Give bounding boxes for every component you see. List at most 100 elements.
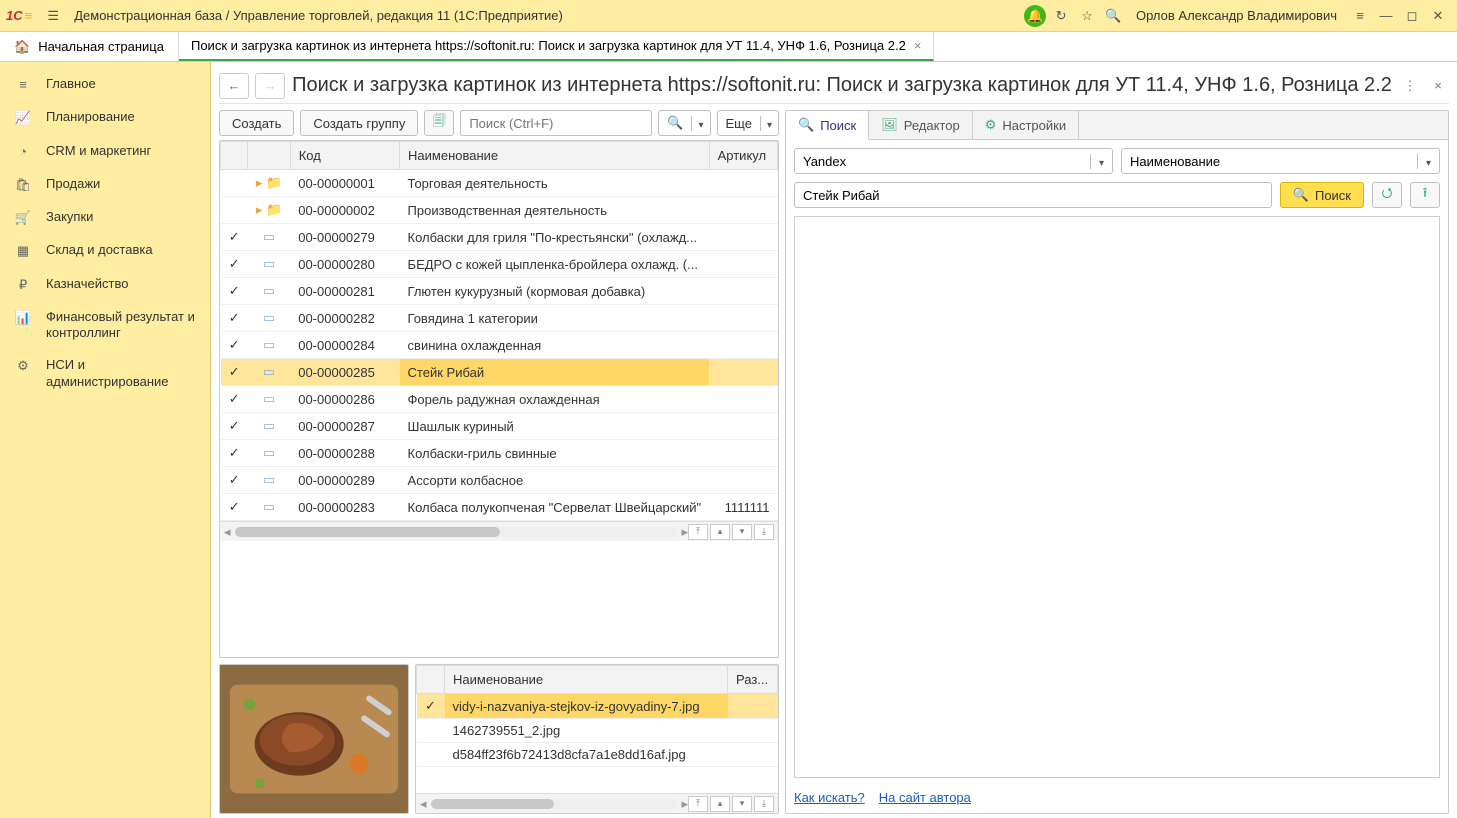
sidebar-item-finresult[interactable]: 📊Финансовый результат и контроллинг <box>0 301 210 350</box>
scrollbar-thumb[interactable] <box>431 799 554 809</box>
search-button[interactable]: 🔍Поиск <box>1280 182 1364 208</box>
results-area[interactable] <box>794 216 1440 778</box>
table-row[interactable]: 1462739551_2.jpg <box>417 719 778 743</box>
row-last-button[interactable]: ⤓ <box>754 796 774 812</box>
sidebar-item-sales[interactable]: 🛍Продажи <box>0 168 210 201</box>
check-cell[interactable]: ✓ <box>221 332 248 359</box>
tab-editor[interactable]: 🖼Редактор <box>869 111 972 139</box>
history-icon[interactable]: ↻ <box>1048 3 1074 29</box>
col-type[interactable] <box>248 142 290 170</box>
col-art[interactable]: Артикул <box>709 142 777 170</box>
col-check[interactable] <box>221 142 248 170</box>
sidebar-item-treasury[interactable]: ₽Казначейство <box>0 268 210 301</box>
close-button[interactable]: ✕ <box>1425 3 1451 29</box>
tab-close-icon[interactable]: × <box>914 38 922 53</box>
row-first-button[interactable]: ⤒ <box>688 796 708 812</box>
search-icon[interactable]: 🔍 <box>1100 3 1126 29</box>
settings-bars-icon[interactable]: ≡ <box>1347 3 1373 29</box>
save-image-button[interactable]: ⭯ <box>1372 182 1402 208</box>
hamburger-icon[interactable]: ☰ <box>40 3 66 29</box>
engine-combo[interactable]: Yandex <box>794 148 1113 174</box>
check-cell[interactable]: ✓ <box>221 494 248 521</box>
table-row[interactable]: ✓▭00-00000287Шашлык куриный <box>221 413 778 440</box>
table-row[interactable]: ✓▭00-00000283Колбаса полукопченая "Серве… <box>221 494 778 521</box>
row-first-button[interactable]: ⤒ <box>688 524 708 540</box>
check-cell[interactable]: ✓ <box>221 305 248 332</box>
table-row[interactable]: ✓vidy-i-nazvaniya-stejkov-iz-govyadiny-7… <box>417 694 778 719</box>
check-cell[interactable] <box>417 719 445 743</box>
table-row[interactable]: ✓▭00-00000280БЕДРО с кожей цыпленка-брой… <box>221 251 778 278</box>
more-button[interactable]: Еще <box>717 110 779 136</box>
row-down-button[interactable]: ▾ <box>732 524 752 540</box>
check-cell[interactable]: ✓ <box>221 224 248 251</box>
col-name[interactable]: Наименование <box>445 666 728 694</box>
check-cell[interactable] <box>221 170 248 197</box>
check-cell[interactable]: ✓ <box>221 386 248 413</box>
query-input[interactable] <box>794 182 1272 208</box>
sidebar-item-warehouse[interactable]: ▦Склад и доставка <box>0 234 210 267</box>
create-group-button[interactable]: Создать группу <box>300 110 418 136</box>
table-row[interactable]: ✓▭00-00000286Форель радужная охлажденная <box>221 386 778 413</box>
sidebar-item-main[interactable]: ≡Главное <box>0 68 210 101</box>
items-grid[interactable]: Код Наименование Артикул ▸ 📁00-00000001Т… <box>220 141 778 521</box>
chevron-down-icon[interactable] <box>1090 154 1112 169</box>
table-row[interactable]: ✓▭00-00000288Колбаски-гриль свинные <box>221 440 778 467</box>
search-input[interactable] <box>461 111 653 135</box>
check-cell[interactable]: ✓ <box>221 440 248 467</box>
scroll-left-icon[interactable]: ◂ <box>224 524 231 540</box>
scrollbar-thumb[interactable] <box>235 527 501 537</box>
col-name[interactable]: Наименование <box>400 142 710 170</box>
row-up-button[interactable]: ▴ <box>710 796 730 812</box>
check-cell[interactable] <box>417 743 445 767</box>
scroll-left-icon[interactable]: ◂ <box>420 796 427 812</box>
table-row[interactable]: ✓▭00-00000289Ассорти колбасное <box>221 467 778 494</box>
table-row[interactable]: ✓▭00-00000284свинина охлажденная <box>221 332 778 359</box>
table-row[interactable]: ✓▭00-00000279Колбаски для гриля "По-крес… <box>221 224 778 251</box>
image-grid[interactable]: Наименование Раз... ✓vidy-i-nazvaniya-st… <box>416 665 778 767</box>
more-actions-icon[interactable]: ⋮ <box>1399 78 1421 94</box>
image-preview[interactable] <box>219 664 409 814</box>
sidebar-item-admin[interactable]: ⚙НСИ и администрирование <box>0 349 210 398</box>
nav-back-button[interactable]: ← <box>219 73 249 99</box>
upload-image-button[interactable]: ⭱ <box>1410 182 1440 208</box>
sidebar-item-purchases[interactable]: 🛒Закупки <box>0 201 210 234</box>
check-cell[interactable]: ✓ <box>221 359 248 386</box>
tab-settings[interactable]: ⚙Настройки <box>973 111 1079 139</box>
tab-search[interactable]: 🔍Поиск <box>786 111 869 140</box>
search-exec-button[interactable]: 🔍 <box>658 110 710 136</box>
minimize-button[interactable]: — <box>1373 3 1399 29</box>
nav-forward-button[interactable]: → <box>255 73 285 99</box>
col-code[interactable]: Код <box>290 142 399 170</box>
quick-search[interactable]: × <box>460 110 652 136</box>
col-check[interactable] <box>417 666 445 694</box>
notifications-button[interactable]: 🔔 <box>1022 3 1048 29</box>
home-tab[interactable]: 🏠 Начальная страница <box>0 32 179 61</box>
username[interactable]: Орлов Александр Владимирович <box>1136 8 1337 23</box>
chevron-down-icon[interactable] <box>691 116 709 131</box>
check-cell[interactable]: ✓ <box>221 467 248 494</box>
chevron-down-icon[interactable] <box>1417 154 1439 169</box>
table-row[interactable]: ✓▭00-00000281Глютен кукурузный (кормовая… <box>221 278 778 305</box>
row-down-button[interactable]: ▾ <box>732 796 752 812</box>
check-cell[interactable]: ✓ <box>417 694 445 719</box>
sidebar-item-planning[interactable]: 📈Планирование <box>0 101 210 134</box>
row-up-button[interactable]: ▴ <box>710 524 730 540</box>
table-row[interactable]: ▸ 📁00-00000002Производственная деятельно… <box>221 197 778 224</box>
page-close-icon[interactable]: × <box>1427 78 1449 93</box>
table-row[interactable]: d584ff23f6b72413d8cfa7a1e8dd16af.jpg <box>417 743 778 767</box>
check-cell[interactable] <box>221 197 248 224</box>
link-author-site[interactable]: На сайт автора <box>879 790 971 805</box>
table-row[interactable]: ✓▭00-00000285Стейк Рибай <box>221 359 778 386</box>
chevron-down-icon[interactable] <box>760 116 778 131</box>
col-size[interactable]: Раз... <box>728 666 778 694</box>
link-how-to-search[interactable]: Как искать? <box>794 790 865 805</box>
row-last-button[interactable]: ⤓ <box>754 524 774 540</box>
field-combo[interactable]: Наименование <box>1121 148 1440 174</box>
open-tab[interactable]: Поиск и загрузка картинок из интернета h… <box>179 32 934 61</box>
check-cell[interactable]: ✓ <box>221 278 248 305</box>
copy-button[interactable]: 🗐 <box>424 110 454 136</box>
table-row[interactable]: ▸ 📁00-00000001Торговая деятельность <box>221 170 778 197</box>
maximize-button[interactable]: ◻ <box>1399 3 1425 29</box>
h-scrollbar[interactable] <box>431 799 678 809</box>
favorite-icon[interactable]: ☆ <box>1074 3 1100 29</box>
